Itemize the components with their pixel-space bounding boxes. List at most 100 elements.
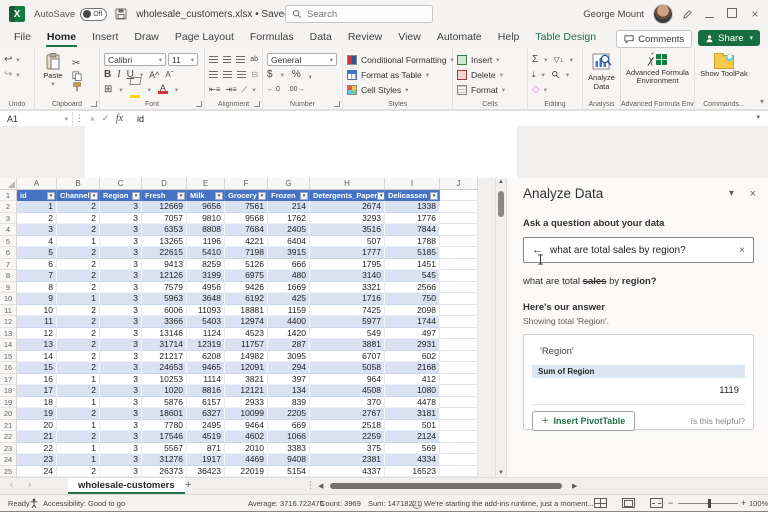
- zoom-level[interactable]: 100%: [749, 499, 768, 508]
- cell[interactable]: 17546: [142, 431, 187, 443]
- table-header-cell[interactable]: Frozen▾: [268, 190, 310, 201]
- cell[interactable]: 4508: [310, 385, 385, 397]
- cell[interactable]: 3095: [268, 351, 310, 363]
- select-all-corner[interactable]: [0, 178, 17, 190]
- grow-font-icon[interactable]: A^: [149, 69, 159, 81]
- filter-dropdown-icon[interactable]: ▾: [47, 192, 55, 200]
- table-header-cell[interactable]: Milk▾: [187, 190, 225, 201]
- empty-cell[interactable]: [440, 247, 478, 259]
- border-icon[interactable]: ⊞: [104, 84, 112, 96]
- empty-cell[interactable]: [440, 408, 478, 420]
- cell[interactable]: 3: [100, 408, 142, 420]
- align-middle-icon[interactable]: [223, 56, 232, 64]
- column-header-E[interactable]: E: [187, 178, 225, 190]
- cell[interactable]: 3: [100, 362, 142, 374]
- align-bottom-icon[interactable]: [236, 56, 245, 64]
- cell[interactable]: 3: [100, 339, 142, 351]
- cell[interactable]: 3: [100, 454, 142, 466]
- bold-icon[interactable]: B: [104, 69, 111, 81]
- empty-cell[interactable]: [440, 374, 478, 386]
- cancel-icon[interactable]: ×: [86, 114, 99, 124]
- font-name-combo[interactable]: Calibri▾: [104, 53, 166, 66]
- cell[interactable]: 2259: [310, 431, 385, 443]
- cell[interactable]: 12126: [142, 270, 187, 282]
- cell[interactable]: 3: [100, 236, 142, 248]
- cell[interactable]: 2: [57, 431, 100, 443]
- cell[interactable]: 15: [17, 362, 57, 374]
- column-header-C[interactable]: C: [100, 178, 142, 190]
- table-header-cell[interactable]: Region▾: [100, 190, 142, 201]
- cell[interactable]: 507: [310, 236, 385, 248]
- cell[interactable]: 24: [17, 466, 57, 478]
- cell[interactable]: 8: [17, 282, 57, 294]
- cell[interactable]: 3: [100, 201, 142, 213]
- row-header-11[interactable]: 11: [0, 305, 17, 317]
- cell[interactable]: 2: [57, 247, 100, 259]
- cell[interactable]: 3: [100, 328, 142, 340]
- merge-center-icon[interactable]: ⊟: [251, 69, 258, 81]
- row-header-13[interactable]: 13: [0, 328, 17, 340]
- row-header-14[interactable]: 14: [0, 339, 17, 351]
- cell[interactable]: 497: [385, 328, 440, 340]
- cell[interactable]: 134: [268, 385, 310, 397]
- cell[interactable]: 2: [57, 201, 100, 213]
- cell[interactable]: 2: [57, 305, 100, 317]
- increase-decimal-icon[interactable]: ←.0: [267, 84, 280, 96]
- cell[interactable]: 2: [57, 328, 100, 340]
- cell[interactable]: 1114: [187, 374, 225, 386]
- cut-icon[interactable]: ✂: [72, 58, 82, 70]
- cell[interactable]: 3: [100, 316, 142, 328]
- cell[interactable]: 375: [310, 443, 385, 455]
- cell[interactable]: 3181: [385, 408, 440, 420]
- percent-icon[interactable]: %: [292, 69, 301, 81]
- cell[interactable]: 2: [57, 224, 100, 236]
- cell[interactable]: 3293: [310, 213, 385, 225]
- cell[interactable]: 2495: [187, 420, 225, 432]
- page-layout-view-icon[interactable]: [622, 498, 635, 508]
- close-icon[interactable]: ×: [748, 7, 762, 21]
- afe-button[interactable]: χ́ Advanced Formula Environment: [625, 52, 690, 97]
- currency-icon[interactable]: $: [267, 69, 273, 81]
- show-toolpak-button[interactable]: Show ToolPak: [699, 52, 749, 97]
- filter-dropdown-icon[interactable]: ▾: [90, 192, 98, 200]
- cell[interactable]: 2: [57, 213, 100, 225]
- cell[interactable]: 5876: [142, 397, 187, 409]
- orientation-icon[interactable]: ⟋: [242, 84, 248, 96]
- cell[interactable]: 8816: [187, 385, 225, 397]
- hscroll-left-icon[interactable]: ◀: [318, 482, 323, 490]
- ribbon-tab-insert[interactable]: Insert: [84, 28, 126, 48]
- cell[interactable]: 13146: [142, 328, 187, 340]
- cell[interactable]: 2: [57, 466, 100, 478]
- empty-cell[interactable]: [440, 431, 478, 443]
- increase-indent-icon[interactable]: ⇥≡: [225, 84, 236, 96]
- cell[interactable]: 9408: [268, 454, 310, 466]
- cell[interactable]: 549: [310, 328, 385, 340]
- cell[interactable]: 10099: [225, 408, 268, 420]
- cell[interactable]: 22019: [225, 466, 268, 478]
- enter-icon[interactable]: ✓: [99, 113, 112, 124]
- row-header-20[interactable]: 20: [0, 408, 17, 420]
- fill-icon[interactable]: ⤓: [532, 69, 536, 81]
- fill-color-icon[interactable]: [130, 77, 141, 103]
- cell[interactable]: 17: [17, 385, 57, 397]
- empty-cell[interactable]: [440, 293, 478, 305]
- table-header-cell[interactable]: id▾: [17, 190, 57, 201]
- cell[interactable]: 287: [268, 339, 310, 351]
- cell[interactable]: 12: [17, 328, 57, 340]
- cell[interactable]: 2098: [385, 305, 440, 317]
- cell[interactable]: 1338: [385, 201, 440, 213]
- cell[interactable]: 11757: [225, 339, 268, 351]
- row-header-12[interactable]: 12: [0, 316, 17, 328]
- cell[interactable]: 1762: [268, 213, 310, 225]
- cell[interactable]: 214: [268, 201, 310, 213]
- cell[interactable]: 3: [100, 374, 142, 386]
- cell[interactable]: 6208: [187, 351, 225, 363]
- cell[interactable]: 2: [57, 270, 100, 282]
- cell[interactable]: 2124: [385, 431, 440, 443]
- border-dropdown-icon[interactable]: ▾: [119, 86, 122, 94]
- row-header-21[interactable]: 21: [0, 420, 17, 432]
- fill-color-dropdown-icon[interactable]: ▾: [148, 86, 151, 94]
- empty-cell[interactable]: [440, 236, 478, 248]
- cell[interactable]: 11093: [187, 305, 225, 317]
- column-header-A[interactable]: A: [17, 178, 57, 190]
